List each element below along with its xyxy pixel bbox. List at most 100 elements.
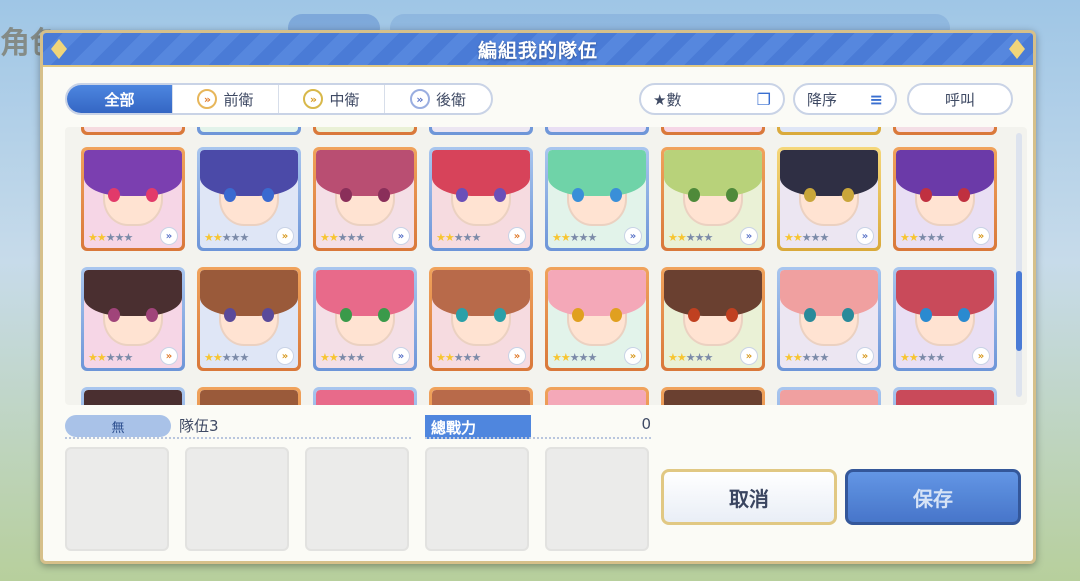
character-card[interactable] (429, 387, 533, 405)
character-portrait (780, 390, 878, 405)
front-position-icon: » (197, 89, 218, 109)
star-icon: ★ (436, 351, 446, 364)
character-portrait: ★★★★★» (896, 270, 994, 368)
star-icon: ★ (784, 231, 794, 244)
character-card[interactable]: ★★★★★» (313, 267, 417, 371)
character-card[interactable]: ★★★★★» (893, 147, 997, 251)
star-icon: ★ (694, 231, 705, 244)
character-card[interactable]: ★★★★★» (429, 147, 533, 251)
character-card[interactable] (893, 127, 997, 135)
character-portrait (780, 127, 878, 132)
character-card[interactable]: ★★★★★» (81, 147, 185, 251)
star-icon: ★ (328, 351, 339, 364)
star-rating: ★★★★★ (900, 231, 945, 244)
character-card[interactable] (893, 387, 997, 405)
character-portrait (200, 127, 298, 132)
star-icon: ★ (105, 351, 116, 364)
tab-middle[interactable]: » 中衛 (279, 85, 385, 113)
save-button[interactable]: 保存 (845, 469, 1021, 525)
character-card[interactable] (777, 127, 881, 135)
character-portrait: ★★★★★» (432, 270, 530, 368)
star-icon: ★ (819, 231, 830, 244)
star-icon: ★ (462, 351, 473, 364)
team-slot[interactable] (65, 447, 169, 551)
character-card[interactable] (661, 387, 765, 405)
star-icon: ★ (444, 351, 455, 364)
star-icon: ★ (123, 351, 134, 364)
grid-scrollbar[interactable] (1016, 133, 1022, 397)
character-portrait (548, 127, 646, 132)
dialog-header: 編組我的隊伍 (43, 33, 1033, 67)
sort-by-stars-button[interactable]: ★數 ❐ (639, 83, 785, 115)
star-icon: ★ (801, 351, 812, 364)
character-card[interactable]: ★★★★★» (661, 267, 765, 371)
tab-front[interactable]: » 前衛 (173, 85, 279, 113)
team-slot[interactable] (425, 447, 529, 551)
character-card[interactable]: ★★★★★» (81, 267, 185, 371)
star-icon: ★ (88, 231, 98, 244)
grid-scrollbar-thumb[interactable] (1016, 271, 1022, 351)
star-rating: ★★★★★ (204, 351, 249, 364)
star-icon: ★ (114, 231, 125, 244)
character-portrait: ★★★★★» (200, 150, 298, 248)
sort-order-button[interactable]: 降序 ≡ (793, 83, 897, 115)
summon-label: 呼叫 (944, 90, 975, 109)
cancel-button[interactable]: 取消 (661, 469, 837, 525)
tab-label: 中衛 (329, 90, 360, 109)
character-card[interactable]: ★★★★★» (429, 267, 533, 371)
character-portrait (200, 390, 298, 405)
character-card[interactable]: ★★★★★» (661, 147, 765, 251)
character-card[interactable] (197, 387, 301, 405)
star-icon: ★ (462, 231, 473, 244)
star-icon: ★ (105, 231, 116, 244)
character-card[interactable] (429, 127, 533, 135)
character-card[interactable]: ★★★★★» (545, 147, 649, 251)
header-ornament-icon (51, 39, 67, 59)
summon-button[interactable]: 呼叫 (907, 83, 1013, 115)
character-card[interactable] (545, 127, 649, 135)
team-slot[interactable] (545, 447, 649, 551)
character-portrait (84, 127, 182, 132)
character-card[interactable]: ★★★★★» (893, 267, 997, 371)
sort-label: ★數 (653, 90, 682, 109)
star-icon: ★ (239, 231, 250, 244)
tab-all[interactable]: 全部 (67, 85, 173, 113)
character-card[interactable] (197, 127, 301, 135)
star-icon: ★ (346, 351, 357, 364)
star-icon: ★ (926, 231, 937, 244)
star-icon: ★ (230, 351, 241, 364)
character-grid[interactable]: ★★★★★» ★★★★★» ★★★★★» ★★★★★» ★★★★★» ★★★★★» ★★★★… (65, 127, 1027, 405)
character-card[interactable] (545, 387, 649, 405)
star-icon: ★ (114, 351, 125, 364)
character-card[interactable]: ★★★★★» (197, 147, 301, 251)
character-card[interactable] (81, 387, 185, 405)
character-card[interactable] (777, 387, 881, 405)
star-icon: ★ (320, 231, 330, 244)
character-card[interactable]: ★★★★★» (545, 267, 649, 371)
character-card[interactable]: ★★★★★» (313, 147, 417, 251)
tab-back[interactable]: » 後衛 (385, 85, 491, 113)
position-filter-tabs: 全部 » 前衛 » 中衛 » 後衛 (65, 83, 493, 115)
star-icon: ★ (560, 351, 571, 364)
character-portrait: ★★★★★» (664, 270, 762, 368)
star-icon: ★ (471, 351, 482, 364)
character-portrait: ★★★★★» (780, 270, 878, 368)
star-rating: ★★★★★ (668, 231, 713, 244)
star-icon: ★ (453, 231, 464, 244)
character-card[interactable]: ★★★★★» (777, 147, 881, 251)
mid-position-icon: » (276, 347, 294, 365)
character-card[interactable] (313, 127, 417, 135)
team-slot[interactable] (185, 447, 289, 551)
back-position-icon: » (624, 227, 642, 245)
character-card[interactable] (81, 127, 185, 135)
tab-label: 後衛 (435, 90, 466, 109)
character-card[interactable]: ★★★★★» (777, 267, 881, 371)
star-icon: ★ (819, 351, 830, 364)
team-slot[interactable] (305, 447, 409, 551)
mid-position-icon: » (624, 347, 642, 365)
character-card[interactable] (313, 387, 417, 405)
star-icon: ★ (123, 231, 134, 244)
character-card[interactable] (661, 127, 765, 135)
star-icon: ★ (668, 231, 678, 244)
character-card[interactable]: ★★★★★ » (197, 267, 301, 371)
